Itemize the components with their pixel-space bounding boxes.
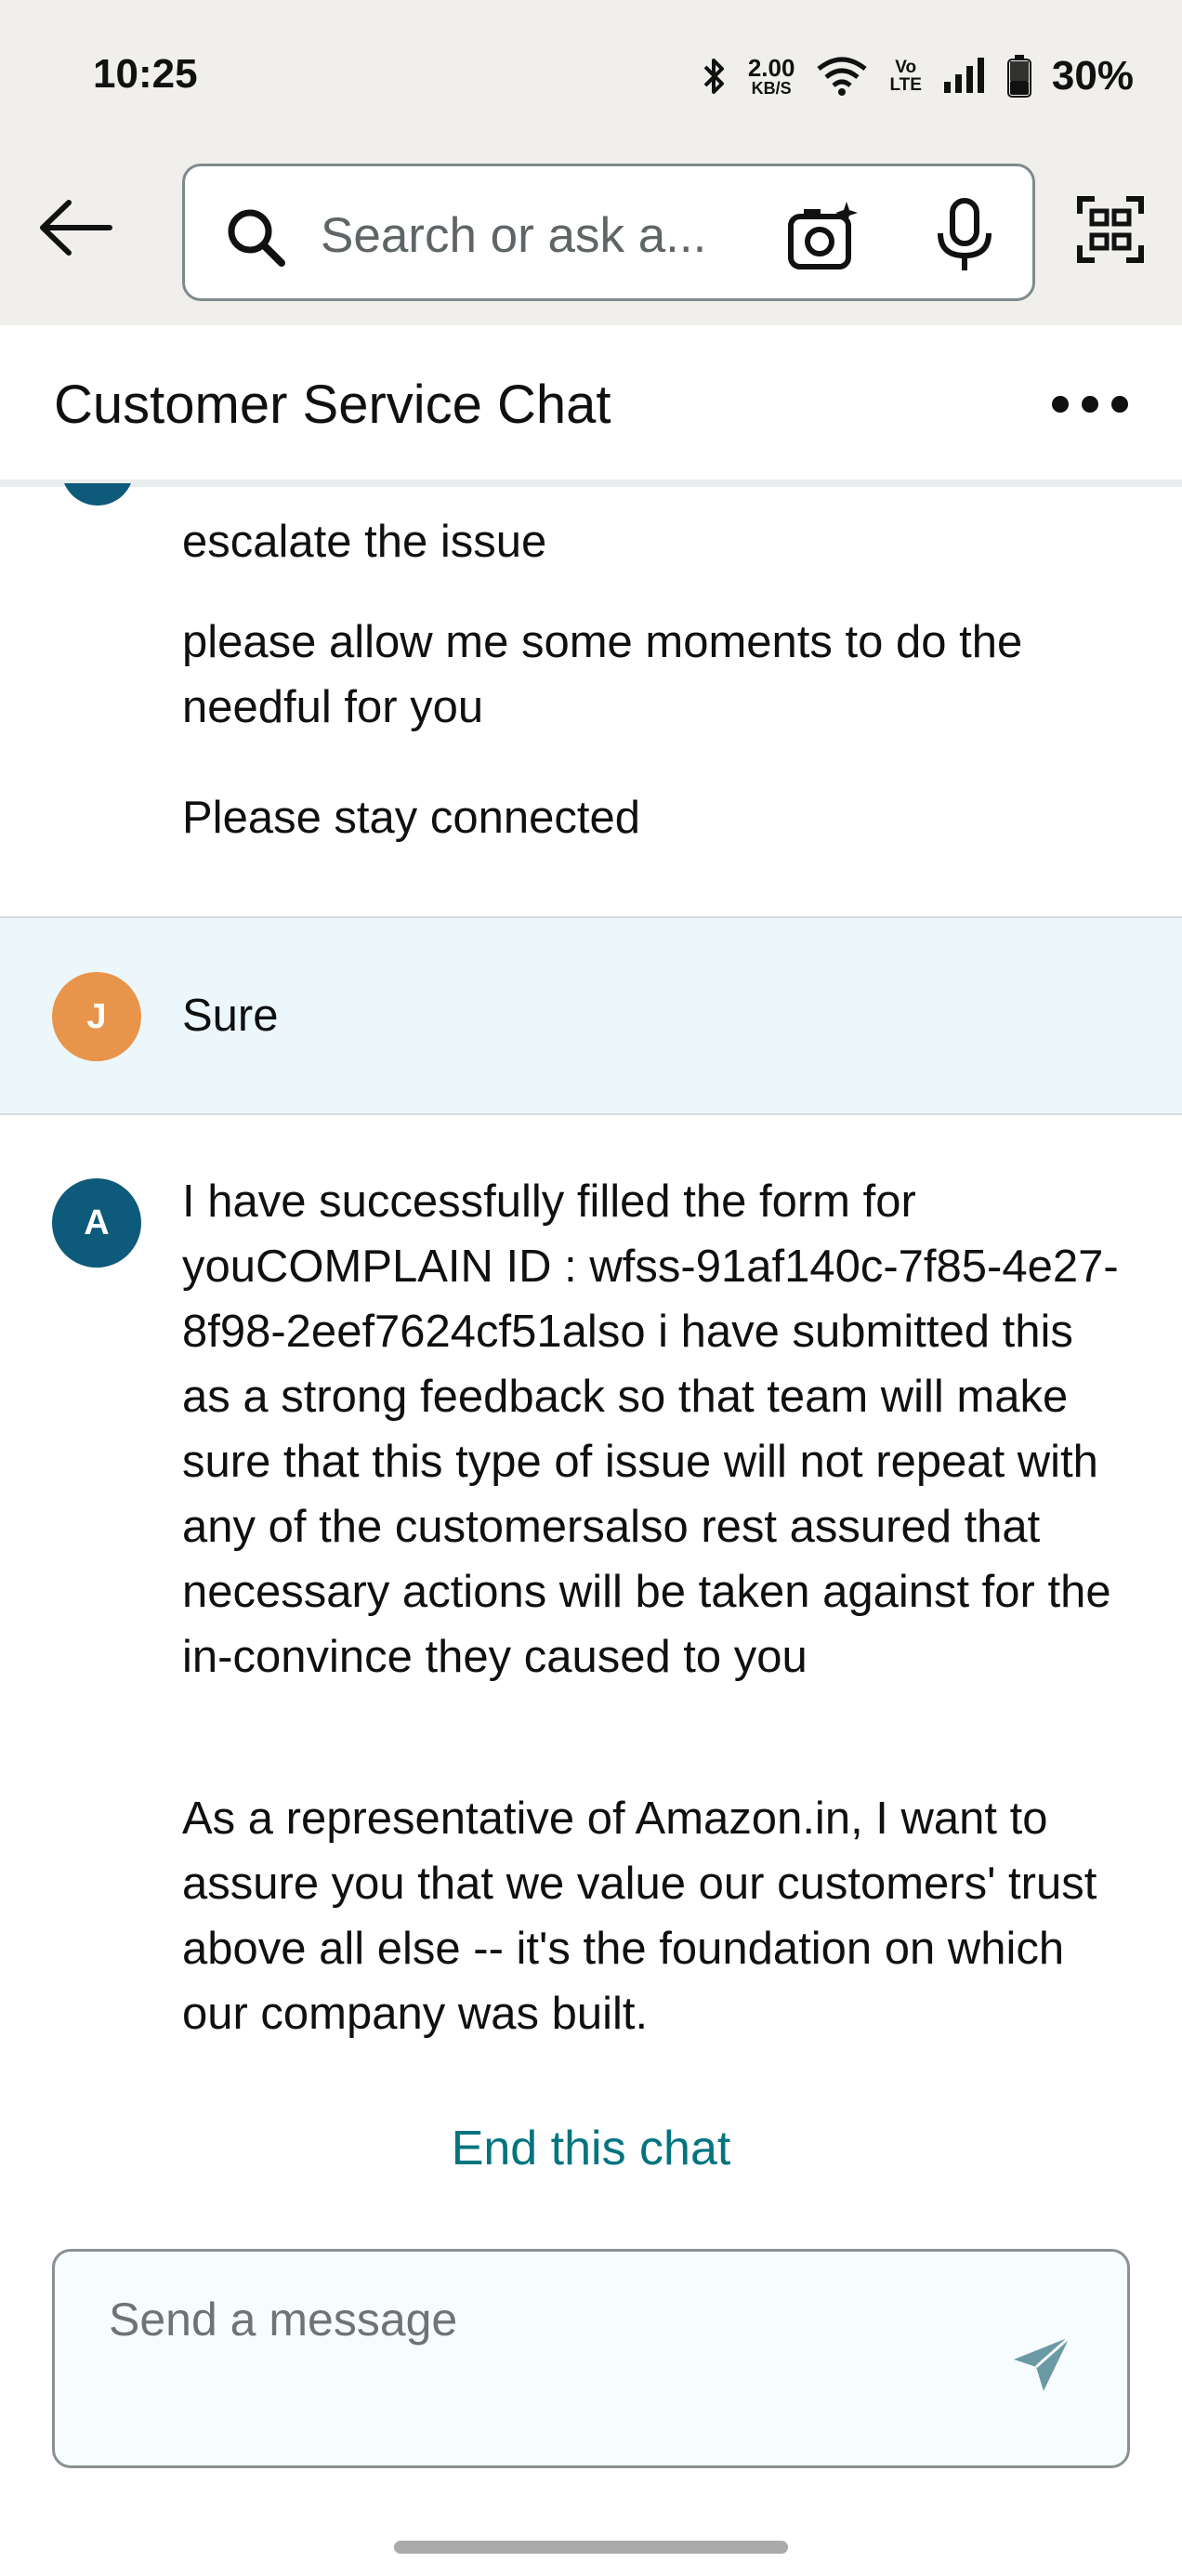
battery-percent: 30% [1051, 53, 1134, 99]
status-time: 10:25 [93, 51, 198, 97]
agent-message-assurance: As a representative of Amazon.in, I want… [182, 1794, 1097, 2039]
search-input[interactable]: Search or ask a... [182, 164, 1035, 301]
camera-search-icon[interactable] [787, 200, 860, 272]
user-message: Sure [182, 991, 279, 1041]
home-indicator[interactable] [394, 2541, 788, 2554]
agent-message-complaint: I have successfully filled the form for … [182, 1176, 1119, 1682]
wifi-icon [817, 57, 867, 96]
qr-scan-icon[interactable] [1076, 195, 1145, 264]
agent-message-stay-connected: Please stay connected [182, 793, 641, 843]
net-speed: 2.00 KB/S [748, 56, 795, 97]
back-arrow-icon[interactable] [35, 195, 115, 260]
chat-header: Customer Service Chat [0, 325, 1182, 481]
signal-icon [943, 58, 984, 93]
volte-top: Vo [895, 58, 917, 77]
microphone-icon[interactable] [934, 198, 995, 274]
message-input[interactable]: Send a message [52, 2249, 1130, 2468]
more-options-icon[interactable] [1052, 396, 1128, 414]
status-icons: 2.00 KB/S Vo LTE 30% [702, 48, 1134, 104]
net-speed-unit: KB/S [751, 79, 792, 98]
agent-message-escalate: escalate the issue [182, 517, 547, 567]
user-avatar: J [52, 972, 141, 1061]
agent-avatar: A [52, 1178, 141, 1268]
agent-avatar-partial [61, 483, 134, 533]
end-chat-link[interactable]: End this chat [0, 2121, 1182, 2176]
message-placeholder: Send a message [109, 2293, 458, 2346]
bluetooth-icon [703, 59, 724, 94]
net-speed-value: 2.00 [747, 54, 795, 82]
send-icon[interactable] [1008, 2332, 1075, 2399]
agent-message-moments: please allow me some moments to do the n… [182, 617, 1023, 732]
status-bar: 10:25 2.00 KB/S Vo LTE 30% [0, 0, 1182, 156]
volte-bottom: LTE [889, 75, 922, 95]
header-divider [0, 480, 1182, 487]
volte-indicator: Vo LTE [889, 59, 921, 94]
search-icon [228, 209, 285, 267]
user-message-row: J Sure [0, 916, 1182, 1115]
battery-icon [1006, 55, 1031, 98]
page-title: Customer Service Chat [54, 375, 611, 435]
